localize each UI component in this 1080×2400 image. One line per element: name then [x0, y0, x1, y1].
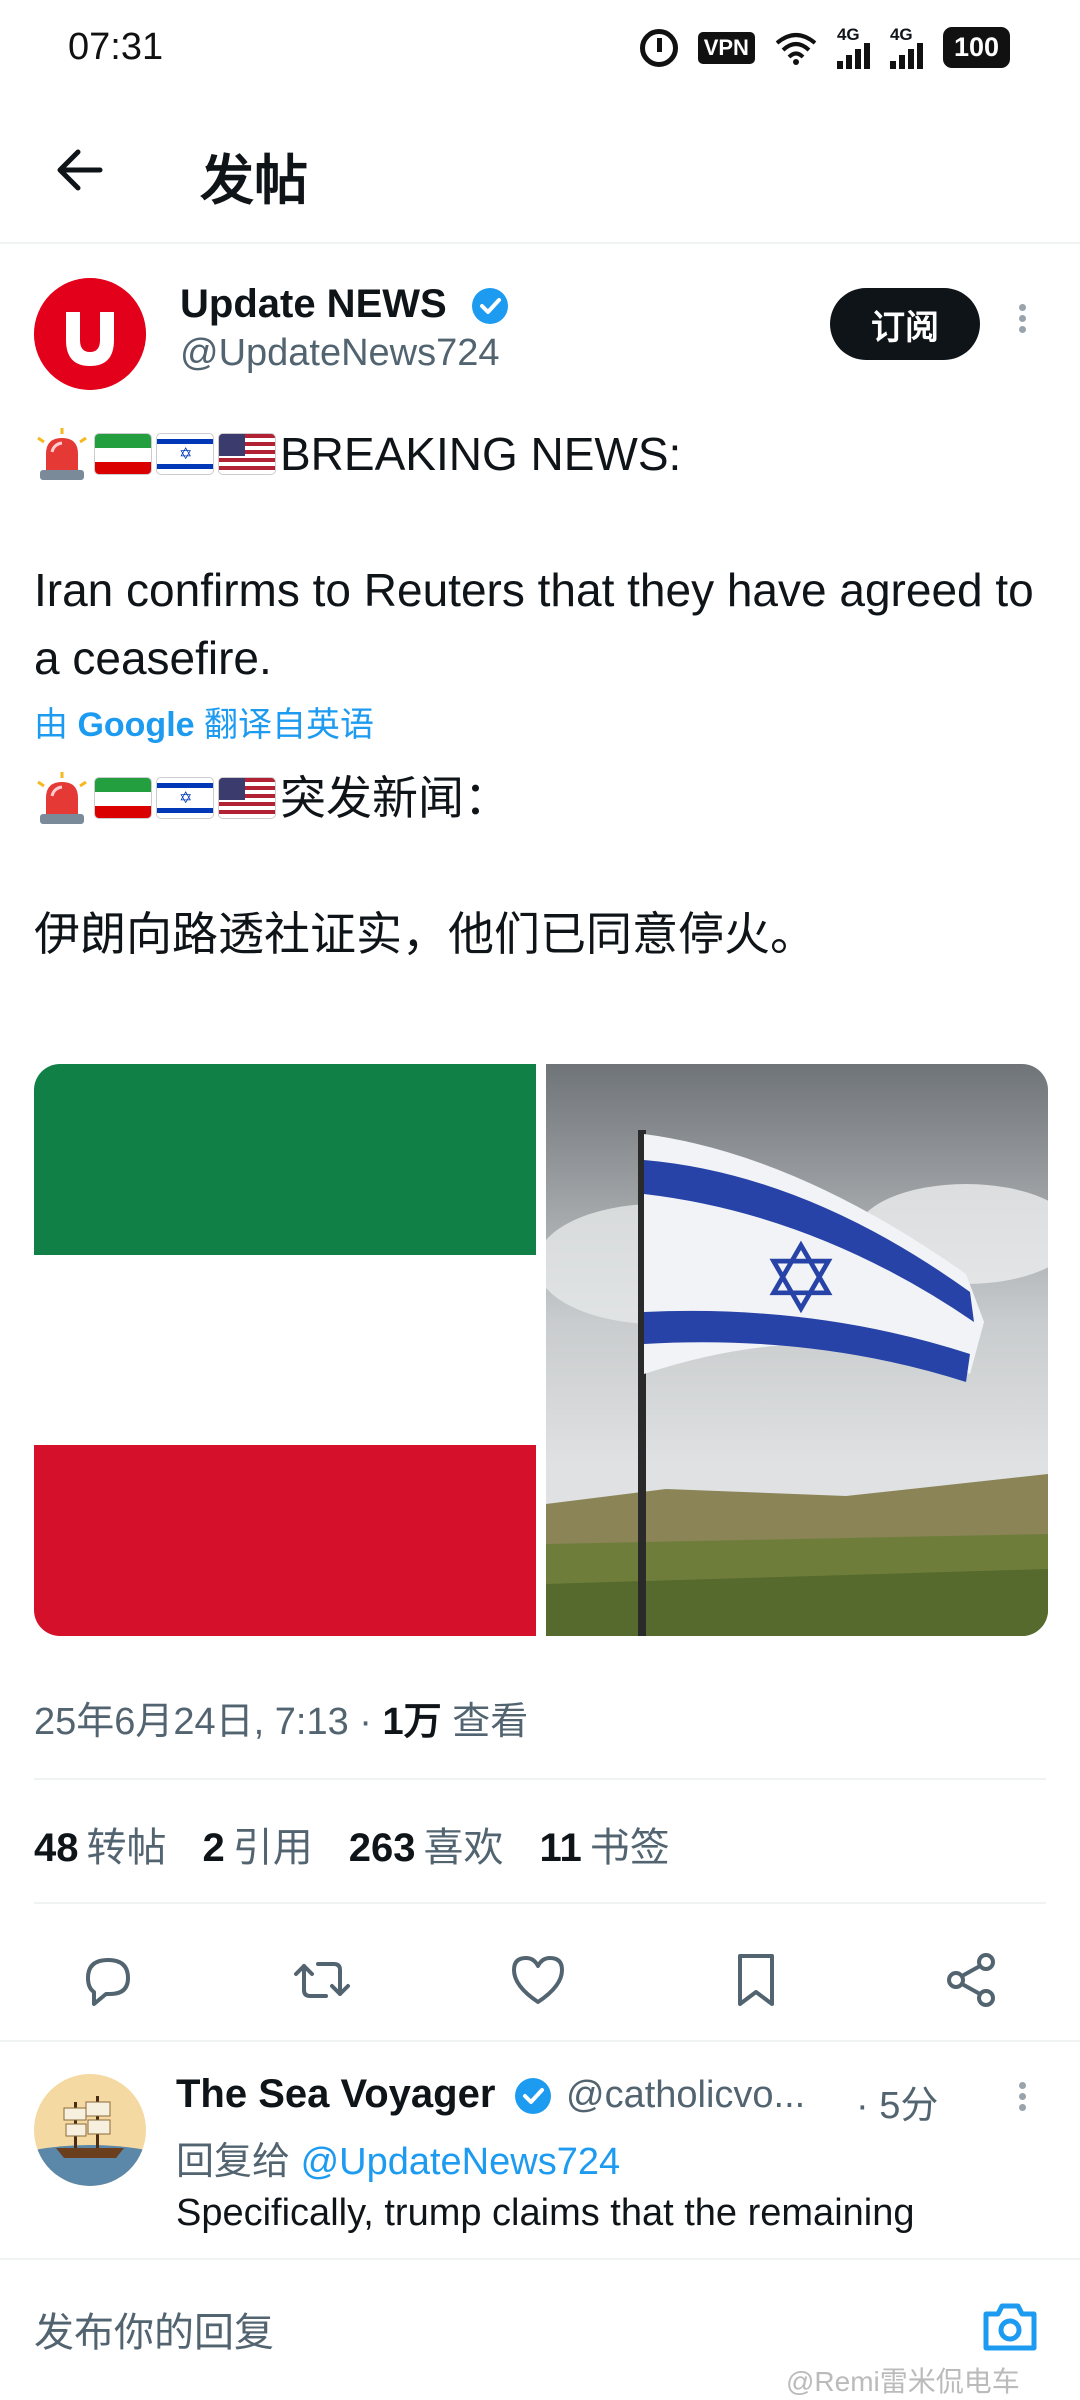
media-grid: ✡ — [34, 1064, 1048, 1636]
reply-text: Specifically, trump claims that the rema… — [176, 2192, 915, 2234]
translated-by[interactable]: 由 Google 翻译自英语 — [34, 700, 1044, 750]
bookmarks-stat[interactable]: 11 书签 — [540, 1815, 670, 1873]
wifi-icon — [775, 32, 817, 65]
signal-icon: 4G — [836, 26, 870, 69]
reply-author-name[interactable]: The Sea Voyager — [176, 2072, 495, 2117]
iran-flag-image[interactable] — [34, 1064, 536, 1636]
siren-icon — [37, 428, 87, 480]
divider — [34, 1902, 1046, 1904]
post-stats: 48 转帖 2 引用 263 喜欢 11 书签 — [34, 1815, 670, 1873]
israel-flag-photo[interactable]: ✡ — [546, 1064, 1048, 1636]
reply-to: 回复给 @UpdateNews724 — [176, 2141, 621, 2183]
author-handle[interactable]: @UpdateNews724 — [180, 332, 500, 375]
google-logo: Google — [77, 706, 195, 744]
more-options-icon[interactable] — [1012, 300, 1032, 348]
original-text: Iran confirms to Reuters that they have … — [34, 564, 1034, 684]
reposts-stat[interactable]: 48 转帖 — [34, 1815, 167, 1873]
author-name[interactable]: Update NEWS — [180, 282, 447, 327]
israel-flag-icon: ✡ — [156, 777, 214, 819]
page-title: 发帖 — [200, 151, 308, 211]
reply-author-handle[interactable]: @catholicvo... — [566, 2074, 805, 2117]
alarm-icon — [639, 28, 678, 67]
original-heading-row: ✡ BREAKING NEWS: — [34, 420, 1044, 488]
israel-flag-icon: ✡ — [156, 433, 214, 475]
quotes-stat[interactable]: 2 引用 — [203, 1815, 313, 1873]
translated-heading: 突发新闻： — [280, 772, 510, 824]
post-timestamp: 25年6月24日, 7:13 · 1万 查看 — [34, 1701, 529, 1743]
more-options-icon[interactable] — [1012, 2078, 1032, 2122]
like-icon[interactable] — [506, 1948, 570, 2012]
back-arrow-icon[interactable] — [50, 140, 110, 200]
views-count: 1万 — [382, 1701, 442, 1743]
divider — [0, 2040, 1080, 2042]
post-header: Update NEWS @UpdateNews724 订阅 — [0, 270, 1080, 400]
status-bar: 07:31 VPN 4G 4G 100 — [0, 0, 1080, 96]
signal-icon: 4G — [889, 26, 923, 69]
watermark: @Remi雷米侃电车 — [786, 2366, 1020, 2397]
verified-badge-icon — [515, 2078, 551, 2114]
siren-icon — [37, 772, 87, 824]
reply-to-handle[interactable]: @UpdateNews724 — [301, 2141, 621, 2183]
vpn-icon: VPN — [697, 31, 755, 64]
status-icons: VPN 4G 4G 100 — [639, 26, 1010, 69]
subscribe-button[interactable]: 订阅 — [830, 288, 980, 360]
reply-icon[interactable] — [76, 1948, 140, 2012]
translated-text: 伊朗向路透社证实，他们已同意停火。 — [34, 908, 816, 960]
reply-composer: 发布你的回复 @Remi雷米侃电车 — [0, 2258, 1080, 2400]
bookmark-icon[interactable] — [724, 1948, 788, 2012]
translated-heading-row: ✡ 突发新闻： — [34, 764, 1044, 832]
ship-icon — [34, 2074, 146, 2186]
reply-input[interactable]: 发布你的回复 — [34, 2300, 274, 2358]
verified-badge-icon — [472, 288, 508, 324]
iran-flag-icon — [94, 777, 152, 819]
camera-icon[interactable] — [980, 2298, 1040, 2354]
battery-icon: 100 — [942, 27, 1010, 68]
nav-header: 发帖 — [0, 96, 1080, 244]
usa-flag-icon — [218, 433, 276, 475]
divider — [34, 1778, 1046, 1780]
action-bar — [0, 1938, 1080, 2026]
original-heading: BREAKING NEWS: — [280, 428, 682, 480]
post-body: ✡ BREAKING NEWS: Iran confirms to Reuter… — [34, 420, 1044, 968]
svg-text:✡: ✡ — [761, 1223, 841, 1335]
usa-flag-icon — [218, 777, 276, 819]
reply-item[interactable]: The Sea Voyager @catholicvo... · 5分 回复给 … — [0, 2068, 1080, 2258]
share-icon[interactable] — [940, 1948, 1004, 2012]
likes-stat[interactable]: 263 喜欢 — [349, 1815, 504, 1873]
avatar[interactable] — [34, 278, 146, 390]
reply-time: · 5分 — [856, 2085, 939, 2127]
reply-avatar[interactable] — [34, 2074, 146, 2186]
status-time: 07:31 — [68, 26, 164, 68]
iran-flag-icon — [94, 433, 152, 475]
news-logo-icon — [34, 278, 146, 390]
repost-icon[interactable] — [290, 1948, 354, 2012]
